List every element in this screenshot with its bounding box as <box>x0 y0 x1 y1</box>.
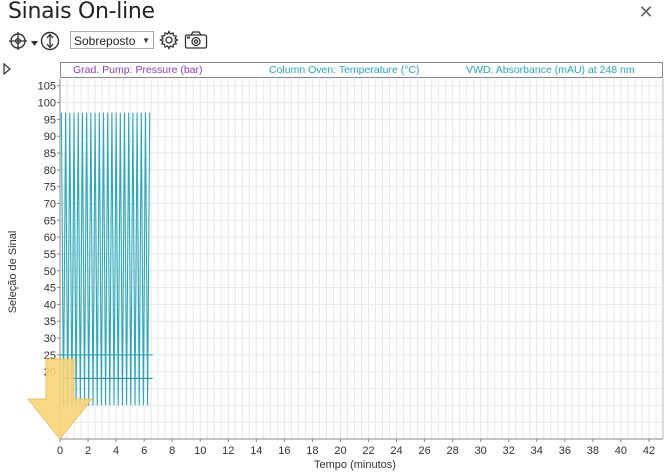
y-tick-label: 50 <box>44 266 56 278</box>
x-tick-label: 36 <box>559 445 571 457</box>
chart-series <box>60 112 153 406</box>
x-tick-label: 42 <box>643 445 655 457</box>
x-tick-label: 30 <box>475 445 487 457</box>
x-tick-label: 24 <box>390 445 402 457</box>
x-tick-label: 18 <box>306 445 318 457</box>
chart-annotation <box>26 358 94 440</box>
legend-item-temperature[interactable]: Column Oven: Temperature (°C) <box>269 64 419 76</box>
x-tick-label: 2 <box>85 445 91 457</box>
x-tick-label: 34 <box>531 445 543 457</box>
down-arrow-annotation <box>26 358 94 440</box>
x-axis-label: Tempo (minutos) <box>314 459 396 471</box>
y-axis-label: Seleção de Sinal <box>7 230 19 314</box>
y-tick-label: 75 <box>44 182 56 194</box>
y-tick-label: 55 <box>44 249 56 261</box>
x-tick-label: 28 <box>447 445 459 457</box>
x-axis-ticks: 0 2 4 6 8 10 12 14 16 18 20 22 24 26 28 30 32 34 36 38 40 42 <box>57 439 655 457</box>
series-line <box>60 112 151 406</box>
x-tick-label: 38 <box>587 445 599 457</box>
x-tick-label: 12 <box>222 445 234 457</box>
x-tick-label: 32 <box>503 445 515 457</box>
y-tick-label: 65 <box>44 215 56 227</box>
x-tick-label: 0 <box>57 445 63 457</box>
y-tick-label: 35 <box>44 316 56 328</box>
y-tick-label: 30 <box>44 333 56 345</box>
x-tick-label: 40 <box>615 445 627 457</box>
y-tick-label: 25 <box>44 350 56 362</box>
window-title: Sinais On-line <box>8 0 155 24</box>
legend-item-absorbance[interactable]: VWD: Absorbance (mAU) at 248 nm <box>466 64 635 76</box>
y-tick-label: 45 <box>44 283 56 295</box>
y-tick-label: 90 <box>44 131 56 143</box>
x-tick-label: 26 <box>418 445 430 457</box>
zoom-crosshair-icon[interactable] <box>8 31 28 56</box>
gear-icon[interactable] <box>159 30 179 55</box>
x-tick-label: 20 <box>334 445 346 457</box>
vertical-scale-icon[interactable] <box>39 30 61 57</box>
y-tick-label: 100 <box>38 98 56 110</box>
x-tick-label: 22 <box>362 445 374 457</box>
legend-item-pressure[interactable]: Grad. Pump: Pressure (bar) <box>73 64 203 76</box>
y-tick-label: 20 <box>44 367 56 379</box>
x-tick-label: 8 <box>169 445 175 457</box>
y-tick-label: 70 <box>44 198 56 210</box>
y-tick-label: 85 <box>44 148 56 160</box>
y-axis-ticks: 20 25 30 35 40 45 50 55 60 65 70 75 80 85 90 95 100 105 <box>38 81 60 379</box>
y-tick-label: 80 <box>44 165 56 177</box>
expand-arrow-icon[interactable] <box>3 62 11 80</box>
chart-legend: Grad. Pump: Pressure (bar) Column Oven: … <box>60 62 663 78</box>
y-tick-label: 105 <box>38 81 56 93</box>
x-tick-label: 14 <box>250 445 262 457</box>
camera-icon[interactable] <box>184 30 208 55</box>
chevron-down-icon[interactable] <box>30 35 39 53</box>
x-tick-label: 16 <box>278 445 290 457</box>
view-mode-select[interactable]: Sobreposto ▼ <box>70 31 154 49</box>
chart-grid <box>59 79 664 440</box>
y-tick-label: 95 <box>44 114 56 126</box>
close-icon[interactable]: ✕ <box>636 2 656 22</box>
x-tick-label: 10 <box>194 445 206 457</box>
y-tick-label: 60 <box>44 232 56 244</box>
x-tick-label: 4 <box>113 445 119 457</box>
x-tick-label: 6 <box>141 445 147 457</box>
select-arrow-icon: ▼ <box>142 36 150 45</box>
y-tick-label: 40 <box>44 299 56 311</box>
view-mode-value: Sobreposto <box>74 34 136 48</box>
